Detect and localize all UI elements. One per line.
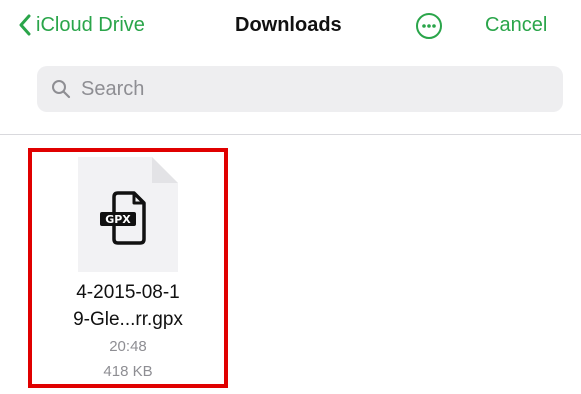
back-button[interactable]: iCloud Drive <box>18 8 145 42</box>
chevron-left-icon <box>18 14 32 36</box>
search-icon <box>51 79 71 99</box>
more-options-button[interactable] <box>415 12 443 40</box>
search-input[interactable] <box>79 76 523 102</box>
ellipsis-circle-icon <box>415 13 443 44</box>
cancel-button[interactable]: Cancel <box>485 8 547 42</box>
highlight-box <box>28 148 228 388</box>
page-title: Downloads <box>235 13 342 36</box>
navigation-bar: iCloud Drive Downloads Cancel <box>0 0 581 52</box>
search-bar[interactable] <box>37 66 563 112</box>
divider <box>0 134 581 135</box>
back-button-label: iCloud Drive <box>36 13 145 36</box>
